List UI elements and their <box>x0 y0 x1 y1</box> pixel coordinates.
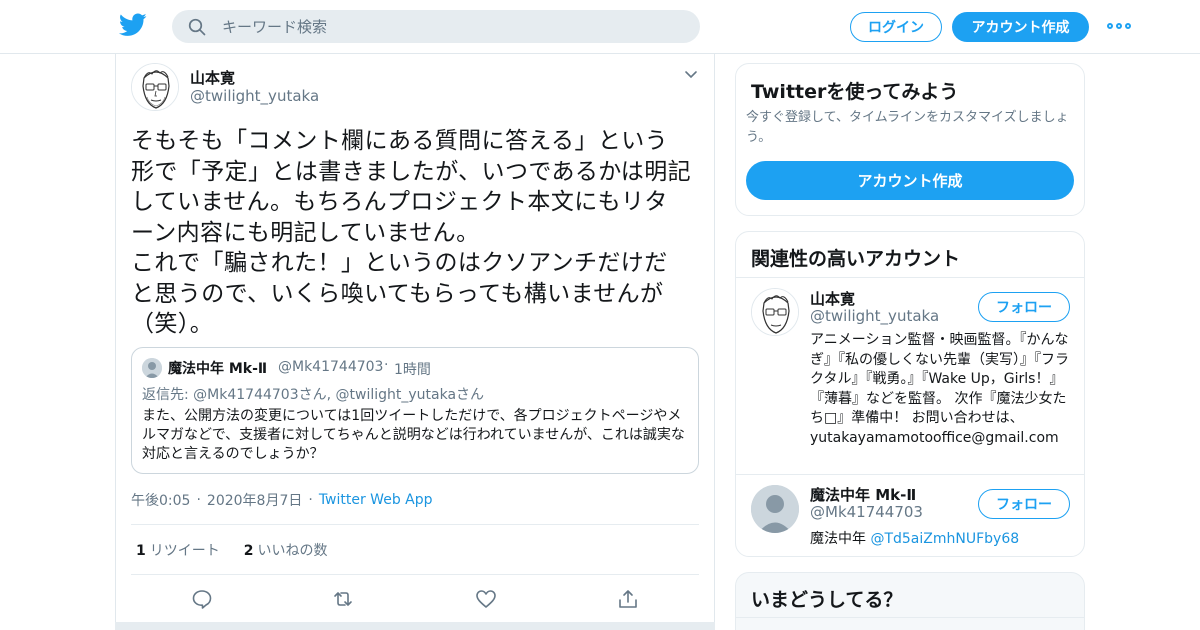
create-account-button[interactable]: アカウント作成 <box>746 161 1074 200</box>
retweet-icon[interactable] <box>332 588 354 610</box>
author-handle[interactable]: @twilight_yutaka <box>190 87 319 105</box>
account-name[interactable]: 山本寛 <box>810 288 855 309</box>
quoted-tweet-time: 1時間 <box>394 362 431 378</box>
separator-dot: · <box>196 492 201 508</box>
like-label: いいねの数 <box>257 543 328 559</box>
tweet-text: そもそも「コメント欄にある質問に答える」という 形で「予定」とは書きましたが、い… <box>131 128 691 337</box>
bio-mention-link[interactable]: @Td5aiZmhNUFby68 <box>870 531 1019 547</box>
card-title: 関連性の高いアカウント <box>751 248 961 270</box>
dot <box>1125 23 1131 29</box>
divider <box>736 617 1084 618</box>
follow-button[interactable]: フォロー <box>978 292 1070 322</box>
account-handle[interactable]: @Mk41744703 <box>810 503 923 521</box>
retweet-count: 1 <box>136 543 146 559</box>
trends-card: いまどうしてる？ <box>735 572 1085 630</box>
reply-icon[interactable] <box>191 588 213 610</box>
dot <box>1107 23 1113 29</box>
reply-to-line: 返信先: @Mk41744703さん, @twilight_yutakaさん <box>142 387 485 403</box>
divider <box>131 524 699 525</box>
quoted-tweet[interactable]: 魔法中年 Mk-Ⅱ @Mk41744703 · 1時間 返信先: @Mk4174… <box>131 347 699 474</box>
caricature-portrait-icon <box>752 289 798 335</box>
quoted-author-avatar <box>142 358 162 378</box>
like-count: 2 <box>243 543 254 559</box>
twitter-bird-icon[interactable] <box>119 13 147 37</box>
divider <box>131 574 699 575</box>
divider <box>736 474 1084 475</box>
divider <box>736 277 1084 278</box>
retweet-label: リツイート <box>149 543 220 559</box>
default-avatar-icon <box>751 485 799 533</box>
account-bio: 魔法中年 @Td5aiZmhNUFby68 <box>810 528 1019 548</box>
follow-button[interactable]: フォロー <box>978 489 1070 519</box>
top-navigation-bar: ログイン アカウント作成 <box>0 0 1200 54</box>
quoted-tweet-text: また、公開方法の変更については1回ツイートしただけで、各プロジェクトページやメル… <box>142 408 685 462</box>
card-title: いまどうしてる？ <box>751 589 903 611</box>
related-accounts-card: 関連性の高いアカウント 山本寛 @twilight_yutaka フォロー アニ… <box>735 231 1085 557</box>
share-icon[interactable] <box>617 588 639 610</box>
quoted-author-handle: @Mk41744703 <box>278 359 384 375</box>
author-avatar[interactable] <box>131 63 179 111</box>
login-button[interactable]: ログイン <box>850 12 942 42</box>
tweet-time[interactable]: 午後0:05 <box>131 490 190 510</box>
account-avatar[interactable] <box>751 485 799 533</box>
account-handle[interactable]: @twilight_yutaka <box>810 307 939 325</box>
caricature-portrait-icon <box>132 64 178 110</box>
account-name[interactable]: 魔法中年 Mk-Ⅱ <box>810 484 916 505</box>
default-avatar-icon <box>142 358 162 378</box>
bio-text: 魔法中年 <box>810 531 871 547</box>
signup-button[interactable]: アカウント作成 <box>952 12 1089 42</box>
try-twitter-card: Twitterを使ってみよう 今すぐ登録して、タイムラインをカスタマイズしましょ… <box>735 63 1085 216</box>
dot <box>1116 23 1122 29</box>
tweet-date[interactable]: 2020年8月7日 <box>207 490 302 510</box>
card-title: Twitterを使ってみよう <box>751 81 959 103</box>
quoted-author-name: 魔法中年 Mk-Ⅱ <box>168 361 268 377</box>
author-name[interactable]: 山本寛 <box>190 67 235 88</box>
retweet-stat[interactable]: 1 リツイート <box>136 540 220 560</box>
separator-dot: · <box>308 492 313 508</box>
account-bio: アニメーション監督・映画監督。『かんなぎ』『私の優しくない先輩（実写）』『フラク… <box>810 332 1069 446</box>
account-avatar[interactable] <box>751 288 799 336</box>
search-box[interactable] <box>172 10 700 43</box>
tweet-column-footer <box>115 622 715 630</box>
card-subtitle: 今すぐ登録して、タイムラインをカスタマイズしましょう。 <box>746 110 1069 145</box>
search-icon <box>188 18 206 36</box>
like-heart-icon[interactable] <box>475 588 497 610</box>
tweet-metadata: 午後0:05 · 2020年8月7日 · Twitter Web App <box>131 490 433 510</box>
more-options-icon[interactable] <box>1107 18 1131 34</box>
separator-dot: · <box>384 357 389 373</box>
like-stat[interactable]: 2 いいねの数 <box>244 540 328 560</box>
tweet-stats: 1 リツイート 2 いいねの数 <box>136 540 328 560</box>
search-input[interactable] <box>222 10 682 43</box>
chevron-down-icon[interactable] <box>684 70 698 80</box>
tweet-source-app[interactable]: Twitter Web App <box>319 492 433 508</box>
